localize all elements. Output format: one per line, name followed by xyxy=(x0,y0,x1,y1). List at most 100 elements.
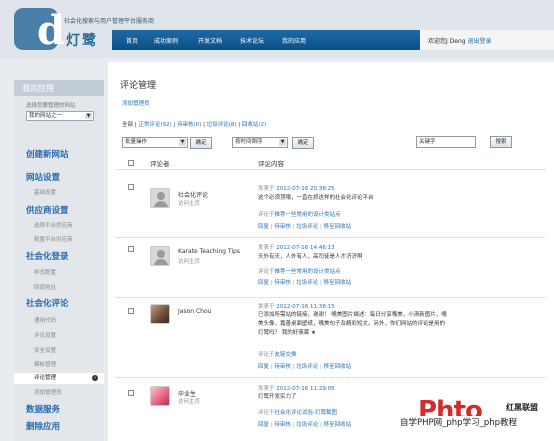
filter-normal[interactable]: 正常评论(92) xyxy=(138,122,171,128)
reply-link[interactable]: 回复 xyxy=(258,422,269,428)
sort-select[interactable]: 按时间倒序 ▼ xyxy=(232,137,288,148)
ref-prefix: 评论于 xyxy=(258,410,275,416)
watermark-bar: 自学PHP网_php学习_php教程 xyxy=(396,416,554,430)
sidebar-item-callback-url[interactable]: 回调地址 xyxy=(14,283,56,291)
commenter-home-link[interactable]: 访问主页 xyxy=(178,397,200,405)
filter-spam[interactable]: 垃圾评论(8) xyxy=(207,122,237,128)
trash-link[interactable]: 移至回收站 xyxy=(324,224,352,230)
time-prefix: 发表于 xyxy=(258,304,275,310)
nav-my-apps[interactable]: 我的应用 xyxy=(282,36,306,45)
sidebar-group-create-site[interactable]: 创建新网站 xyxy=(14,148,69,160)
sidebar-item-select-provider[interactable]: 选择平台供应商 xyxy=(14,221,73,229)
sidebar-group-provider[interactable]: 供应商设置 xyxy=(14,204,69,216)
comment-text: 这个必须顶哦，一直在抓这样的社会化评论平台 xyxy=(258,195,374,201)
select-all-checkbox[interactable] xyxy=(128,160,134,166)
ref-link[interactable]: 推荐一些常用的设计类站点 xyxy=(275,269,341,275)
search-button[interactable]: 搜索 xyxy=(490,136,512,148)
logo[interactable]: d xyxy=(14,8,65,51)
ref-link[interactable]: 推荐一些常用的设计类站点 xyxy=(275,212,341,218)
pending-link[interactable]: 待审核 xyxy=(274,280,291,286)
add-admin-link[interactable]: 添加管理员 xyxy=(122,99,150,107)
bulk-action-select[interactable]: 批量操作 ▼ xyxy=(122,137,188,148)
reply-link[interactable]: 回复 xyxy=(258,280,269,286)
avatar[interactable] xyxy=(150,386,170,406)
row-checkbox[interactable] xyxy=(128,390,134,396)
commenter-home-link[interactable]: 访问主页 xyxy=(178,199,200,207)
sidebar-group-data-service[interactable]: 数据服务 xyxy=(14,403,60,415)
table-row: 社会化评论 访问主页 发表于 2012-07-16 20:38:25 这个必须顶… xyxy=(116,178,546,238)
time-value[interactable]: 2012-07-16 20:38:25 xyxy=(276,186,334,192)
sidebar-item-style-config[interactable]: 样式配置 xyxy=(14,268,56,276)
keyword-input[interactable]: 关键字 xyxy=(416,136,476,148)
spam-link[interactable]: 垃圾评论 xyxy=(296,280,318,286)
sidebar-item-comment-manage[interactable]: 评论管理 › xyxy=(14,373,104,384)
slogan: 社会化搜索与用户管理平台服务商 xyxy=(64,18,155,25)
sort-confirm-button[interactable]: 确定 xyxy=(292,137,314,149)
pending-link[interactable]: 待审核 xyxy=(274,364,291,370)
filter-all[interactable]: 全部 xyxy=(122,122,133,128)
sidebar-group-delete-app[interactable]: 删除应用 xyxy=(14,420,60,432)
time-prefix: 发表于 xyxy=(258,245,275,251)
time-value[interactable]: 2012-07-16 11:38:15 xyxy=(276,304,334,310)
trash-link[interactable]: 移至回收站 xyxy=(324,280,352,286)
commenter-home-link[interactable]: 访问主页 xyxy=(178,257,200,265)
ref-prefix: 评论于 xyxy=(258,352,275,358)
avatar[interactable] xyxy=(150,188,170,208)
comment-ref: 评论于友链交换 xyxy=(258,350,297,358)
spam-link[interactable]: 垃圾评论 xyxy=(296,422,318,428)
arrow-right-icon: › xyxy=(92,375,98,381)
sidebar-item-basic-settings[interactable]: 基础设置 xyxy=(14,188,56,196)
row-checkbox[interactable] xyxy=(128,184,134,190)
table-row: Jason Chou 发表于 2012-07-16 11:38:15 已添加所需… xyxy=(116,300,546,378)
sidebar-group-site-settings[interactable]: 网站设置 xyxy=(14,171,60,183)
pending-link[interactable]: 待审核 xyxy=(274,224,291,230)
sidebar-item-security-settings[interactable]: 安全设置 xyxy=(14,346,56,354)
comment-actions: 回复 | 待审核 | 垃圾评论 | 移至回收站 xyxy=(258,280,352,286)
row-checkbox[interactable] xyxy=(128,308,134,314)
nav-docs[interactable]: 开发文档 xyxy=(198,36,222,45)
reply-link[interactable]: 回复 xyxy=(258,364,269,370)
sidebar-item-add-admin[interactable]: 添加管理员 xyxy=(14,388,62,396)
sidebar: 我的应用 选择您要管理的网站 我的网站之一 ▼ 创建新网站 网站设置 基础设置 … xyxy=(14,80,104,441)
time-value[interactable]: 2012-07-16 11:29:05 xyxy=(276,386,334,392)
time-prefix: 发表于 xyxy=(258,386,275,392)
sidebar-item-common-code[interactable]: 通用代码 xyxy=(14,316,56,324)
spam-link[interactable]: 垃圾评论 xyxy=(296,224,318,230)
ref-link[interactable]: 社会化评论试验-灯鹭截图 xyxy=(275,410,338,416)
trash-link[interactable]: 移至回收站 xyxy=(324,364,352,370)
avatar[interactable] xyxy=(150,304,170,324)
spam-link[interactable]: 垃圾评论 xyxy=(296,364,318,370)
pending-link[interactable]: 待审核 xyxy=(274,422,291,428)
main-panel: 评论管理 添加管理员 全部 | 正常评论(92) | 待审核(0) | 垃圾评论… xyxy=(108,62,554,441)
nav-forum[interactable]: 技术论坛 xyxy=(240,36,264,45)
filter-pending[interactable]: 待审核(0) xyxy=(177,122,201,128)
site-select[interactable]: 我的网站之一 ▼ xyxy=(26,111,94,121)
sidebar-group-social-comments[interactable]: 社会化评论 xyxy=(14,297,69,309)
bulk-action-value: 批量操作 xyxy=(125,139,148,145)
commenter-name[interactable]: Jason Chou xyxy=(178,308,211,315)
sidebar-item-comment-manage-label: 评论管理 xyxy=(34,375,57,381)
sidebar-item-template-manage[interactable]: 模板管理 xyxy=(14,360,56,368)
nav-home[interactable]: 首页 xyxy=(126,36,138,45)
commenter-name[interactable]: 社会化评论 xyxy=(178,190,208,199)
ref-link[interactable]: 友链交换 xyxy=(275,352,297,358)
row-checkbox[interactable] xyxy=(128,246,134,252)
trash-link[interactable]: 移至回收站 xyxy=(324,422,352,428)
filter-trash[interactable]: 回收站(2) xyxy=(242,122,266,128)
ref-prefix: 评论于 xyxy=(258,269,275,275)
comment-time: 发表于 2012-07-16 11:38:15 xyxy=(258,302,335,310)
nav-cases[interactable]: 成功案例 xyxy=(154,36,178,45)
comment-ref: 评论于社会化评论试验-灯鹭截图 xyxy=(258,408,337,416)
time-value[interactable]: 2012-07-16 14:46:13 xyxy=(276,245,334,251)
logo-letter: d xyxy=(37,7,65,54)
avatar[interactable] xyxy=(150,246,170,266)
reply-link[interactable]: 回复 xyxy=(258,224,269,230)
sidebar-item-comment-settings[interactable]: 评论设置 xyxy=(14,331,56,339)
sidebar-item-config-provider[interactable]: 配置平台供应商 xyxy=(14,235,73,243)
comment-filter: 全部 | 正常评论(92) | 待审核(0) | 垃圾评论(8) | 回收站(2… xyxy=(122,122,267,128)
bulk-confirm-button[interactable]: 确定 xyxy=(190,137,212,149)
commenter-name[interactable]: Karate Teaching Tips xyxy=(178,248,240,255)
comment-ref: 评论于推荐一些常用的设计类站点 xyxy=(258,267,341,275)
logout-link[interactable]: 退出登录 xyxy=(468,38,492,45)
sidebar-group-social-login[interactable]: 社会化登录 xyxy=(14,250,69,262)
